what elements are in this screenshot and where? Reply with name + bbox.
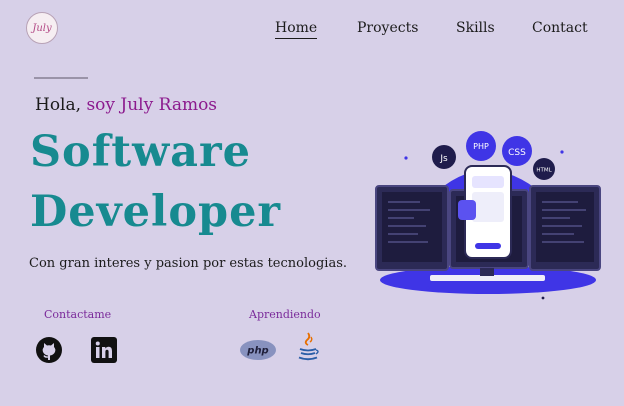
nav-home[interactable]: Home (275, 20, 318, 39)
developer-illustration: Js PHP CSS HTML (370, 128, 606, 308)
hero-divider (34, 77, 88, 79)
hero-title-line1: Software (30, 127, 251, 177)
svg-text:php: php (246, 346, 268, 357)
nav-skills[interactable]: Skills (456, 20, 495, 36)
linkedin-icon[interactable] (90, 336, 118, 364)
hero-greeting: Hola, soy July Ramos (35, 95, 217, 115)
php-icon: php (239, 338, 277, 362)
java-icon (295, 331, 321, 363)
main-nav: Home Proyects Skills Contact (0, 20, 624, 40)
nav-contact[interactable]: Contact (532, 20, 588, 36)
greeting-name: soy July Ramos (86, 95, 218, 115)
nav-proyects[interactable]: Proyects (357, 20, 418, 36)
hero-subtitle: Con gran interes y pasion por estas tecn… (29, 256, 347, 271)
bubble-php: PHP (473, 142, 489, 151)
bubble-css: CSS (508, 148, 526, 158)
hero-title-line2: Developer (30, 187, 282, 237)
bubble-html: HTML (536, 168, 552, 174)
learning-label: Aprendiendo (249, 308, 321, 321)
bubble-js: Js (439, 154, 448, 164)
github-icon[interactable] (35, 336, 63, 364)
greeting-text: Hola, (35, 95, 82, 115)
contact-label: Contactame (44, 308, 112, 321)
